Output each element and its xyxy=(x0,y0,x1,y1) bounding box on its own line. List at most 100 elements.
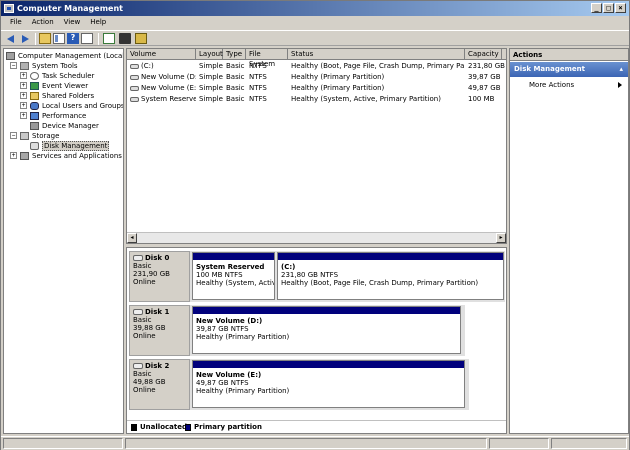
computer-management-icon xyxy=(4,4,14,13)
partition-e[interactable]: New Volume (E:) 49,87 GB NTFS Healthy (P… xyxy=(192,360,465,408)
volume-icon xyxy=(130,63,139,69)
legend-unallocated: Unallocated xyxy=(140,423,187,431)
volume-icon xyxy=(130,74,139,80)
disk-row-0: Disk 0 Basic 231,90 GB Online System Res… xyxy=(129,251,505,302)
expand-icon[interactable]: + xyxy=(20,102,27,109)
disk-info[interactable]: Disk 1 Basic 39,88 GB Online xyxy=(129,305,190,356)
toolbar-separator xyxy=(98,33,99,45)
table-row[interactable]: (C:) Simple Basic NTFS Healthy (Boot, Pa… xyxy=(127,61,506,72)
scroll-right-icon[interactable]: ▸ xyxy=(496,233,506,243)
disk-row-2: Disk 2 Basic 49,88 GB Online New Volume … xyxy=(129,359,469,410)
disk-icon xyxy=(30,142,39,150)
disk-name: Disk 1 xyxy=(133,308,186,316)
partition-system-reserved[interactable]: System Reserved 100 MB NTFS Healthy (Sys… xyxy=(192,252,275,300)
column-header-filler xyxy=(502,49,506,60)
clock-icon xyxy=(30,72,39,80)
collapse-icon[interactable]: − xyxy=(10,62,17,69)
scroll-left-icon[interactable]: ◂ xyxy=(127,233,137,243)
table-row[interactable]: System Reserved Simple Basic NTFS Health… xyxy=(127,94,506,105)
show-hide-console-tree-icon[interactable] xyxy=(53,33,65,44)
partition-c[interactable]: (C:) 231,80 GB NTFS Healthy (Boot, Page … xyxy=(277,252,504,300)
shared-folder-icon xyxy=(30,92,39,100)
status-cell xyxy=(3,438,123,449)
table-row[interactable]: New Volume (D:) Simple Basic NTFS Health… xyxy=(127,72,506,83)
computer-management-window: Computer Management _ □ × File Action Vi… xyxy=(0,0,630,450)
users-icon xyxy=(30,102,39,110)
refresh-icon[interactable] xyxy=(135,33,147,44)
actions-header: Actions xyxy=(510,49,628,61)
column-header-capacity[interactable]: Capacity xyxy=(465,49,502,60)
expand-icon[interactable]: + xyxy=(20,92,27,99)
performance-icon xyxy=(30,112,39,120)
disk-info[interactable]: Disk 2 Basic 49,88 GB Online xyxy=(129,359,190,410)
column-header-status[interactable]: Status xyxy=(288,49,465,60)
menu-action[interactable]: Action xyxy=(27,16,59,29)
legend: Unallocated Primary partition xyxy=(127,420,506,433)
collapse-icon[interactable]: − xyxy=(10,132,17,139)
toolbar: ? xyxy=(1,30,629,46)
disk-name: Disk 0 xyxy=(133,254,186,262)
services-icon xyxy=(20,152,29,160)
disk-size: 231,90 GB xyxy=(133,270,170,278)
unallocated-swatch xyxy=(131,424,137,431)
help-icon[interactable]: ? xyxy=(67,33,79,44)
device-manager-icon xyxy=(30,122,39,130)
menu-view[interactable]: View xyxy=(59,16,86,29)
volume-icon xyxy=(130,85,139,91)
disk-type: Basic xyxy=(133,316,152,324)
forward-arrow-icon[interactable] xyxy=(19,33,31,44)
disk-state: Online xyxy=(133,278,156,286)
status-cell xyxy=(551,438,627,449)
expand-icon[interactable]: + xyxy=(20,112,27,119)
volume-icon xyxy=(130,96,139,102)
menu-help[interactable]: Help xyxy=(85,16,111,29)
properties-icon[interactable] xyxy=(119,33,131,44)
more-actions-link[interactable]: More Actions xyxy=(529,80,574,90)
partition-d[interactable]: New Volume (D:) 39,87 GB NTFS Healthy (P… xyxy=(192,306,461,354)
export-list-icon[interactable] xyxy=(103,33,115,44)
close-button[interactable]: × xyxy=(615,3,626,13)
legend-primary-partition: Primary partition xyxy=(194,423,262,431)
column-header-layout[interactable]: Layout xyxy=(196,49,223,60)
disk-state: Online xyxy=(133,386,156,394)
collapse-arrow-icon[interactable]: ▴ xyxy=(619,62,623,77)
disk-size: 39,88 GB xyxy=(133,324,166,332)
back-arrow-icon[interactable] xyxy=(5,33,17,44)
table-row[interactable]: New Volume (E:) Simple Basic NTFS Health… xyxy=(127,83,506,94)
event-viewer-icon xyxy=(30,82,39,90)
menu-file[interactable]: File xyxy=(5,16,27,29)
expand-icon[interactable]: + xyxy=(20,82,27,89)
title-bar: Computer Management _ □ × xyxy=(1,1,629,16)
primary-partition-swatch xyxy=(185,424,191,431)
menu-bar: File Action View Help xyxy=(1,16,629,29)
toolbar-separator xyxy=(35,33,36,45)
window-title: Computer Management xyxy=(17,4,123,13)
disk-graphical-view: Disk 0 Basic 231,90 GB Online System Res… xyxy=(126,247,507,434)
disk-info[interactable]: Disk 0 Basic 231,90 GB Online xyxy=(129,251,190,302)
computer-icon xyxy=(6,52,15,60)
show-hide-action-pane-icon[interactable] xyxy=(81,33,93,44)
minimize-button[interactable]: _ xyxy=(591,3,602,13)
volume-list: Volume Layout Type File System Status Ca… xyxy=(126,48,507,244)
horizontal-scrollbar[interactable]: ◂ ▸ xyxy=(127,232,506,243)
disk-state: Online xyxy=(133,332,156,340)
column-header-type[interactable]: Type xyxy=(223,49,246,60)
column-header-volume[interactable]: Volume xyxy=(127,49,196,60)
submenu-arrow-icon xyxy=(618,82,622,88)
actions-pane: Actions Disk Management ▴ More Actions xyxy=(509,48,629,434)
actions-section-disk-management[interactable]: Disk Management ▴ xyxy=(510,62,628,77)
disk-name: Disk 2 xyxy=(133,362,186,370)
storage-icon xyxy=(20,132,29,140)
disk-type: Basic xyxy=(133,262,152,270)
status-cell xyxy=(489,438,549,449)
up-one-level-icon[interactable] xyxy=(39,33,51,44)
status-cell xyxy=(125,438,487,449)
expand-icon[interactable]: + xyxy=(20,72,27,79)
maximize-button[interactable]: □ xyxy=(603,3,614,13)
expand-icon[interactable]: + xyxy=(10,152,17,159)
disk-type: Basic xyxy=(133,370,152,378)
console-tree: Computer Management (Local) − System Too… xyxy=(3,48,124,434)
disk-size: 49,88 GB xyxy=(133,378,166,386)
column-header-file-system[interactable]: File System xyxy=(246,49,288,68)
disk-row-1: Disk 1 Basic 39,88 GB Online New Volume … xyxy=(129,305,465,356)
